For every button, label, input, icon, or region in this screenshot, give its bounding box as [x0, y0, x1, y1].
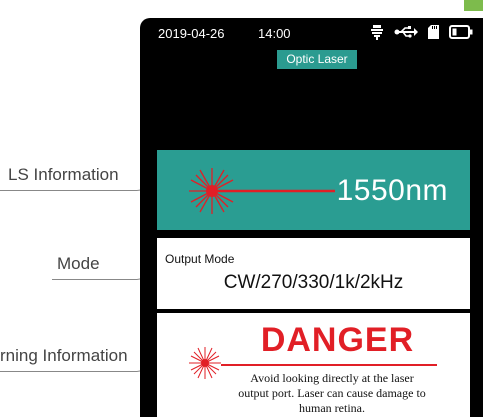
danger-title: DANGER: [260, 321, 415, 359]
sd-card-icon: [428, 25, 439, 39]
usb-icon: [394, 25, 418, 39]
callout-warning-information: rning Information: [0, 346, 128, 365]
danger-warning-text: Avoid looking directly at the laser outp…: [238, 371, 426, 415]
callout-mode-line: [52, 279, 137, 280]
output-mode-value: CW/270/330/1k/2kHz: [223, 272, 404, 293]
bulb-icon: [370, 24, 384, 40]
status-time: 14:00: [258, 26, 291, 41]
status-bar: 2019-04-26 14:00: [140, 18, 483, 48]
warning-information-panel: DANGER Avoid looking directly at the las…: [157, 313, 470, 417]
laser-beam-icon: [187, 166, 337, 221]
device-screen: 2019-04-26 14:00 Optic Laser 1550nm Outp…: [140, 18, 483, 417]
mode-panel[interactable]: Output Mode CW/270/330/1k/2kHz: [157, 238, 470, 309]
output-mode-label: Output Mode: [165, 252, 235, 266]
callout-ls-information: LS Information: [8, 165, 119, 184]
corner-accent: [464, 0, 483, 11]
callout-ls-line: [0, 190, 137, 191]
callout-mode: Mode: [57, 254, 100, 273]
wavelength-value: 1550nm: [336, 174, 448, 207]
ls-information-panel: 1550nm: [157, 150, 470, 230]
callout-warning-line: [0, 371, 137, 372]
battery-icon: [449, 25, 473, 39]
status-date: 2019-04-26: [158, 26, 225, 41]
danger-underline: [221, 364, 437, 366]
screen-title: Optic Laser: [277, 50, 357, 69]
status-icons: [370, 24, 473, 40]
